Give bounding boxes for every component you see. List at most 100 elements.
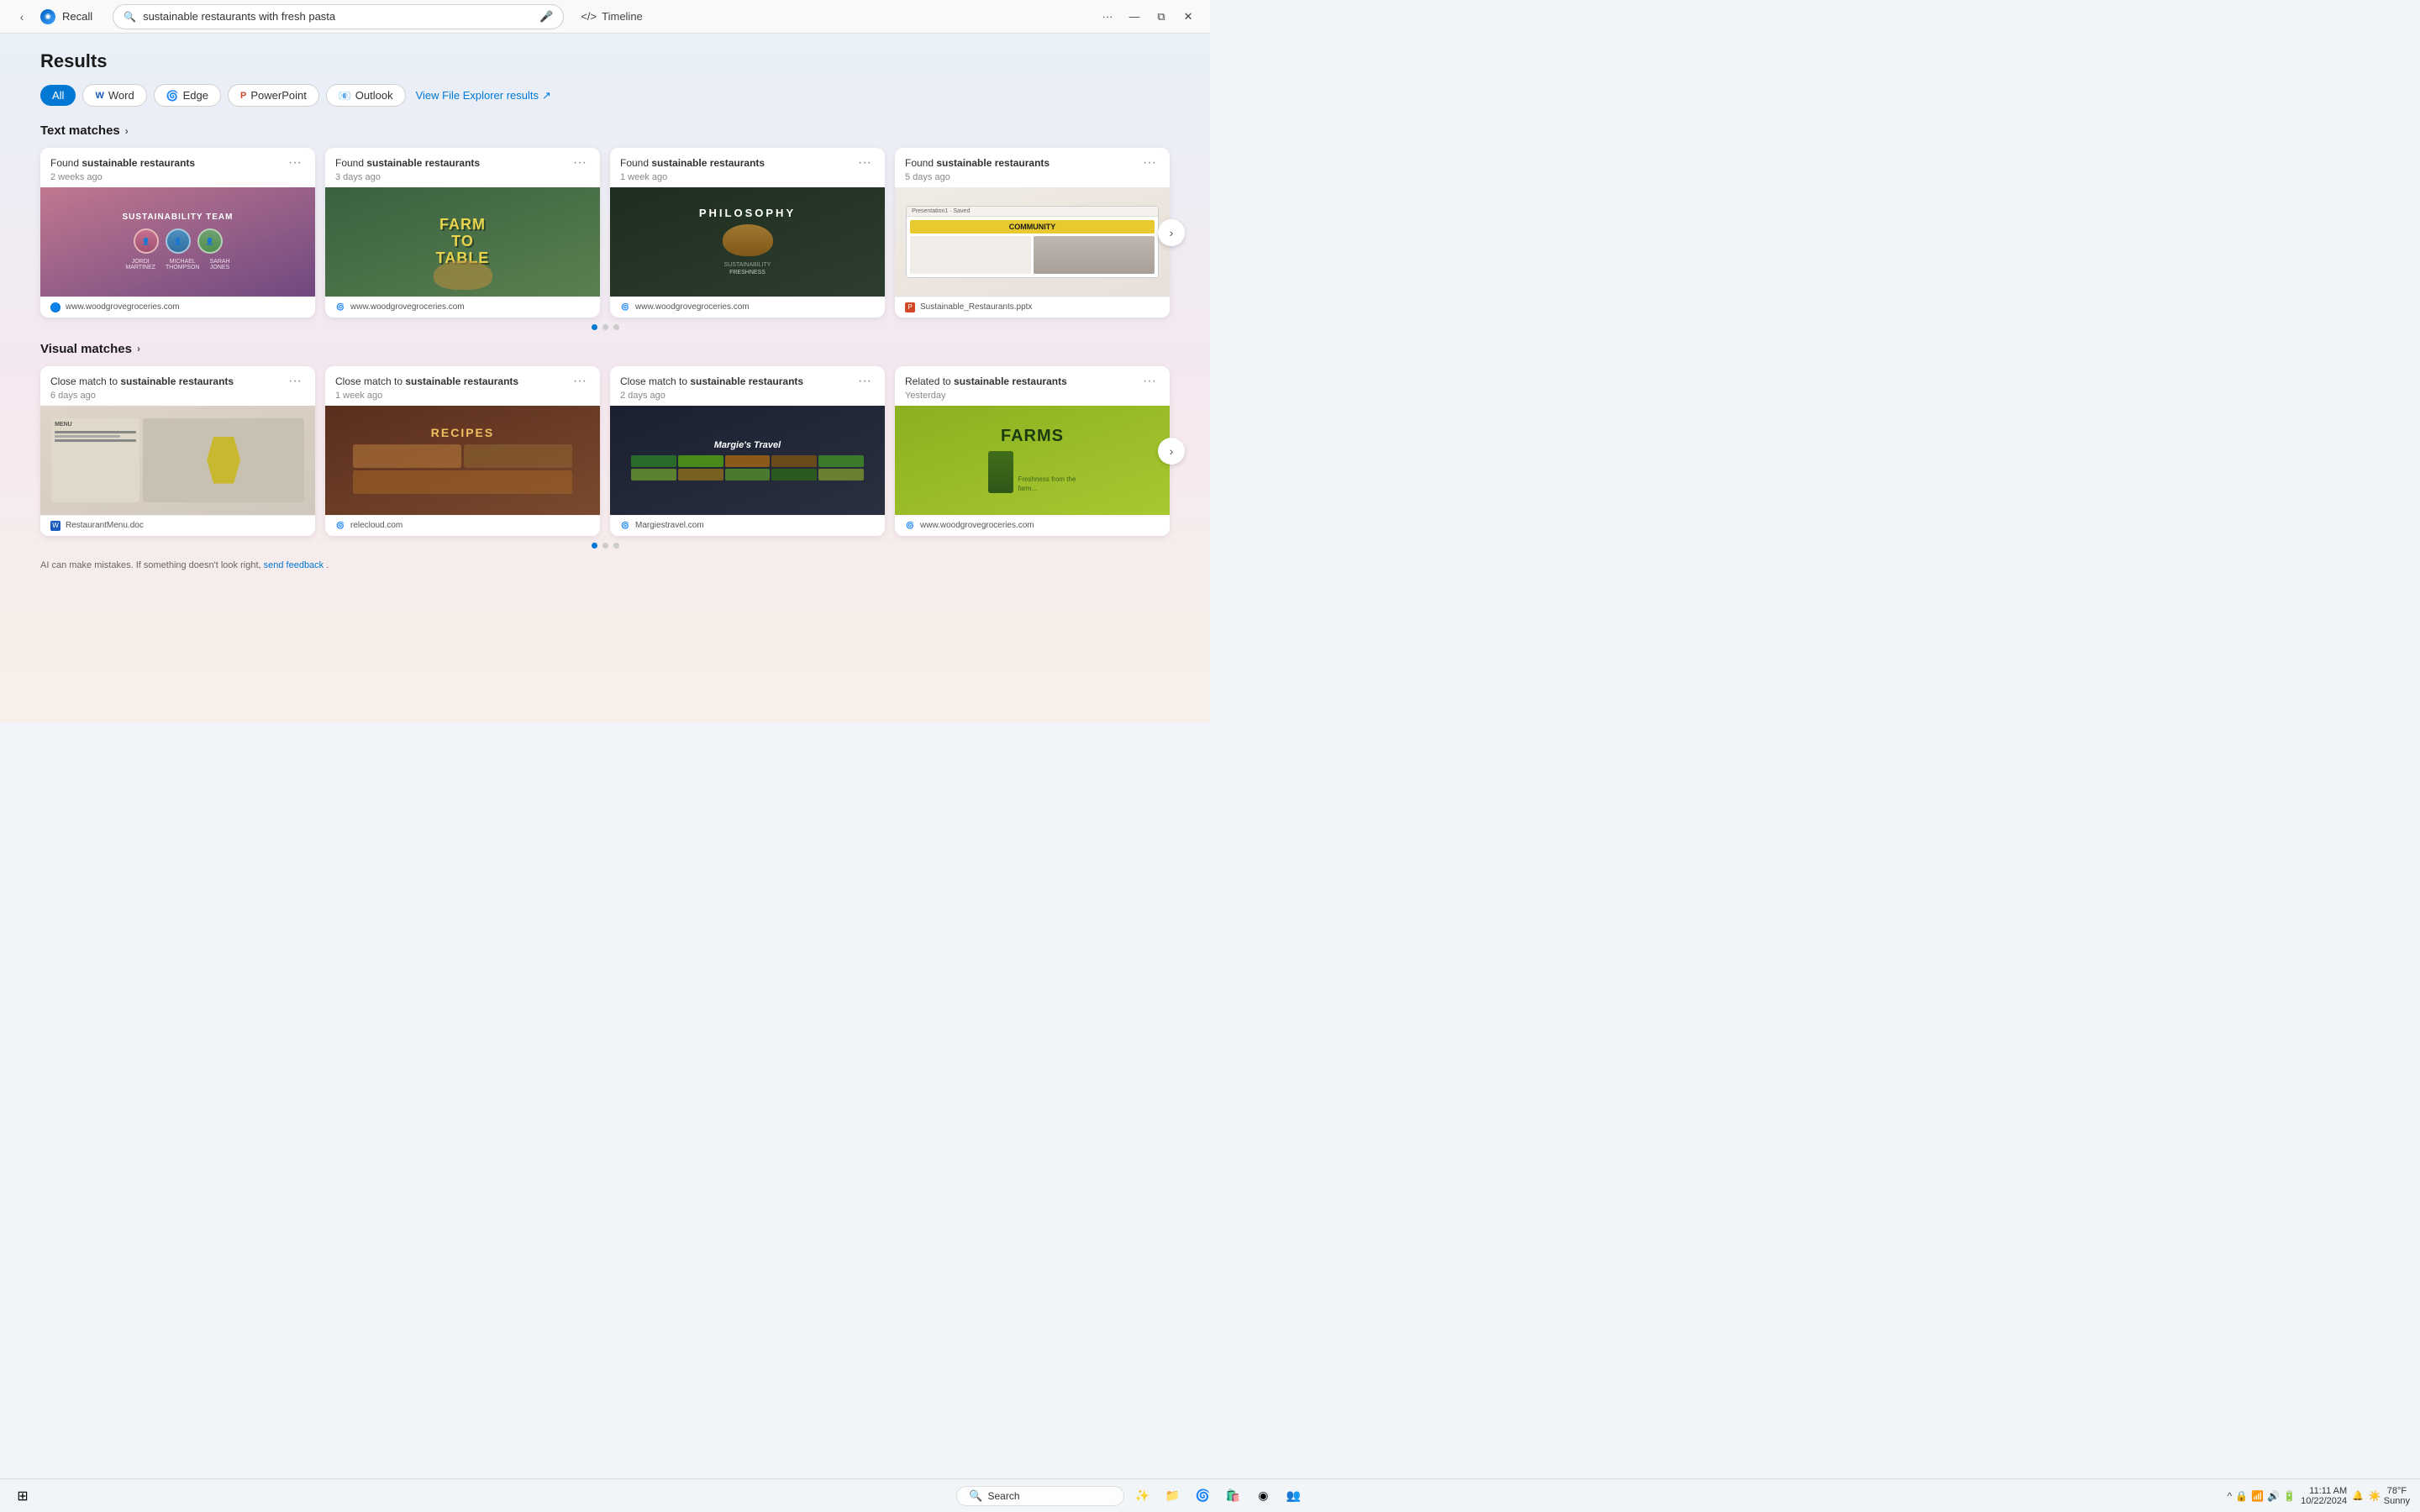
pagination-dot-1[interactable]	[592, 324, 597, 330]
date-display: 10/22/2024	[2301, 1496, 2347, 1506]
vm-card-source-1: RestaurantMenu.doc	[66, 521, 144, 530]
taskbar-teams-button[interactable]: 👥	[1281, 1483, 1306, 1509]
visual-match-card-2[interactable]: Close match to sustainable restaurants 1…	[325, 366, 600, 536]
filter-powerpoint[interactable]: P PowerPoint	[228, 84, 319, 107]
card-source-3: www.woodgrovegroceries.com	[635, 302, 750, 312]
network-icon[interactable]: 🔒	[2235, 1490, 2248, 1502]
filter-all[interactable]: All	[40, 85, 76, 106]
edge-favicon-2: 🌀	[335, 302, 345, 312]
battery-icon[interactable]: 🔋	[2283, 1490, 2296, 1502]
vm-card-header-1: Close match to sustainable restaurants 6…	[40, 366, 315, 406]
close-button[interactable]: ✕	[1176, 5, 1200, 29]
taskbar-search-bar[interactable]: 🔍 Search	[956, 1486, 1124, 1506]
restore-button[interactable]: ⧉	[1150, 5, 1173, 29]
view-file-explorer-link[interactable]: View File Explorer results ↗	[416, 89, 551, 102]
taskbar-search-text: Search	[988, 1490, 1020, 1502]
title-search-bar[interactable]: 🔍 sustainable restaurants with fresh pas…	[113, 4, 564, 29]
visual-match-card-1[interactable]: Close match to sustainable restaurants 6…	[40, 366, 315, 536]
edge-favicon-1: 🌀	[50, 302, 60, 312]
taskbar-edge-button[interactable]: 🌀	[1190, 1483, 1215, 1509]
send-feedback-link[interactable]: send feedback	[264, 560, 324, 570]
edge-icon: 🌀	[166, 90, 179, 102]
vm-card-date-4: Yesterday	[905, 391, 1139, 401]
store-icon: 🛍️	[1226, 1488, 1240, 1503]
taskbar-recall-button[interactable]: ◉	[1250, 1483, 1276, 1509]
vm-pagination-dot-1[interactable]	[592, 543, 597, 549]
start-button[interactable]: ⊞	[10, 1483, 35, 1509]
pagination-dot-3[interactable]	[613, 324, 619, 330]
text-match-card-4[interactable]: Found sustainable restaurants 5 days ago…	[895, 148, 1170, 318]
back-button[interactable]: ‹	[10, 5, 34, 29]
vm-card-image-3: Margie's Travel	[610, 406, 885, 515]
visual-match-card-3[interactable]: Close match to sustainable restaurants 2…	[610, 366, 885, 536]
text-match-card-1[interactable]: Found sustainable restaurants 2 weeks ag…	[40, 148, 315, 318]
visual-matches-scroll-right[interactable]: ›	[1158, 438, 1185, 465]
filter-edge[interactable]: 🌀 Edge	[154, 84, 221, 107]
pagination-dot-2[interactable]	[602, 324, 608, 330]
wifi-icon[interactable]: 📶	[2251, 1490, 2264, 1502]
search-icon: 🔍	[124, 11, 136, 23]
vm-card-more-button-3[interactable]: ···	[855, 375, 875, 388]
edge-taskbar-icon: 🌀	[1196, 1488, 1210, 1503]
card-date-2: 3 days ago	[335, 172, 570, 182]
timeline-button[interactable]: </> Timeline	[571, 7, 652, 26]
chevron-tray-icon[interactable]: ^	[2228, 1490, 2233, 1502]
system-tray: ^ 🔒 📶 🔊 🔋	[2228, 1490, 2296, 1502]
window-controls: ··· — ⧉ ✕	[1096, 5, 1200, 29]
vm-card-title-3: Close match to sustainable restaurants	[620, 375, 855, 389]
vm-pagination-dot-3[interactable]	[613, 543, 619, 549]
filter-word[interactable]: W Word	[82, 84, 146, 107]
card-header-2: Found sustainable restaurants 3 days ago…	[325, 148, 600, 187]
ai-notice: AI can make mistakes. If something doesn…	[40, 560, 1170, 570]
timeline-code-icon: </>	[581, 10, 597, 23]
text-match-card-2[interactable]: Found sustainable restaurants 3 days ago…	[325, 148, 600, 318]
vm-card-header-3: Close match to sustainable restaurants 2…	[610, 366, 885, 406]
recall-taskbar-icon: ◉	[1258, 1488, 1268, 1503]
filter-powerpoint-label: PowerPoint	[250, 89, 306, 102]
ppt-icon-4: P	[905, 302, 915, 312]
filter-outlook[interactable]: 📧 Outlook	[326, 84, 406, 107]
edge-favicon-vm4: 🌀	[905, 521, 915, 531]
card-title-1: Found sustainable restaurants	[50, 156, 285, 171]
more-options-button[interactable]: ···	[1096, 5, 1119, 29]
volume-icon[interactable]: 🔊	[2267, 1490, 2280, 1502]
text-match-card-3[interactable]: Found sustainable restaurants 1 week ago…	[610, 148, 885, 318]
vm-card-more-button-1[interactable]: ···	[285, 375, 305, 388]
card-title-4: Found sustainable restaurants	[905, 156, 1139, 171]
mic-icon[interactable]: 🎤	[539, 10, 553, 24]
card-image-1: SUSTAINABILITY TEAM 👤 👤 👤 JORDIM	[40, 187, 315, 297]
vm-card-more-button-4[interactable]: ···	[1139, 375, 1160, 388]
minimize-button[interactable]: —	[1123, 5, 1146, 29]
text-matches-header[interactable]: Text matches ›	[40, 123, 1170, 138]
app-title: Recall	[62, 10, 92, 23]
filter-all-label: All	[52, 89, 64, 102]
taskbar-store-button[interactable]: 🛍️	[1220, 1483, 1245, 1509]
card-more-button-3[interactable]: ···	[855, 156, 875, 170]
text-matches-scroll-right[interactable]: ›	[1158, 219, 1185, 246]
time-display: 11:11 AM	[2301, 1486, 2347, 1496]
weather-widget[interactable]: ☀️ 78°F Sunny	[2369, 1486, 2410, 1506]
card-more-button-4[interactable]: ···	[1139, 156, 1160, 170]
ai-notice-suffix: .	[326, 560, 329, 570]
taskbar-left: ⊞	[10, 1483, 35, 1509]
taskbar-copilot-button[interactable]: ✨	[1129, 1483, 1155, 1509]
vm-card-image-1: MENU	[40, 406, 315, 515]
vm-card-more-button-2[interactable]: ···	[570, 375, 590, 388]
visual-matches-header[interactable]: Visual matches ›	[40, 342, 1170, 356]
card-more-button-2[interactable]: ···	[570, 156, 590, 170]
visual-match-card-4[interactable]: Related to sustainable restaurants Yeste…	[895, 366, 1170, 536]
clock[interactable]: 11:11 AM 10/22/2024	[2301, 1486, 2347, 1506]
visual-matches-cards-wrapper: Close match to sustainable restaurants 6…	[40, 366, 1170, 536]
vm-pagination-dot-2[interactable]	[602, 543, 608, 549]
card-footer-2: 🌀 www.woodgrovegroceries.com	[325, 297, 600, 318]
edge-favicon-3: 🌀	[620, 302, 630, 312]
teams-icon: 👥	[1286, 1488, 1301, 1503]
edge-favicon-vm2: 🌀	[335, 521, 345, 531]
sun-icon: ☀️	[2369, 1490, 2381, 1502]
notification-button[interactable]: 🔔	[2352, 1490, 2364, 1501]
edge-favicon-vm3: 🌀	[620, 521, 630, 531]
taskbar-files-button[interactable]: 📁	[1160, 1483, 1185, 1509]
vm-card-title-1: Close match to sustainable restaurants	[50, 375, 285, 389]
external-link-icon: ↗	[542, 89, 551, 102]
card-more-button-1[interactable]: ···	[285, 156, 305, 170]
